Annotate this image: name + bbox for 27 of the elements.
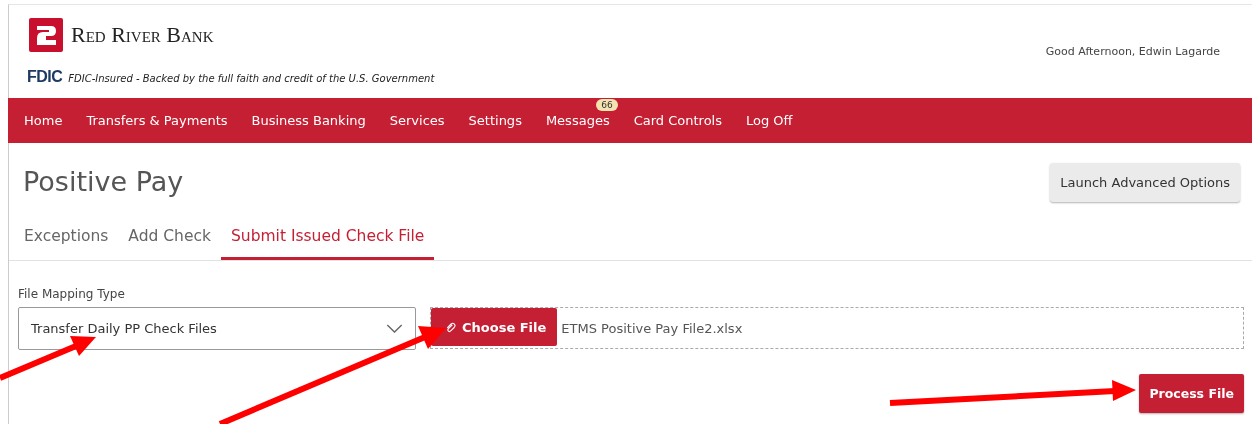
bank-name: Red River Bank bbox=[71, 21, 214, 48]
launch-advanced-options-button[interactable]: Launch Advanced Options bbox=[1050, 163, 1240, 202]
tab[interactable]: Submit Issued Check File bbox=[221, 219, 435, 260]
nav-link[interactable]: Card Controls bbox=[621, 113, 734, 128]
process-file-button[interactable]: Process File bbox=[1139, 374, 1244, 413]
file-drop-zone[interactable]: Choose File ETMS Positive Pay File2.xlsx bbox=[430, 307, 1244, 349]
file-name: ETMS Positive Pay File2.xlsx bbox=[561, 320, 743, 336]
nav-link[interactable]: Business Banking bbox=[239, 113, 378, 128]
nav-link[interactable]: Log Off bbox=[733, 113, 805, 128]
nav-link[interactable]: Transfers & Payments bbox=[74, 113, 240, 128]
nav-link[interactable]: Services bbox=[377, 113, 457, 128]
nav-link[interactable]: Home bbox=[12, 113, 75, 128]
fdic-logo: FDIC bbox=[27, 67, 63, 86]
chevron-down-icon bbox=[386, 324, 403, 333]
tab[interactable]: Exceptions bbox=[14, 219, 119, 260]
bank-logo-icon bbox=[29, 17, 63, 52]
greeting: Good Afternoon, Edwin Lagarde bbox=[1045, 45, 1220, 58]
choose-file-button[interactable]: Choose File bbox=[431, 308, 558, 346]
nav-link[interactable]: Settings bbox=[456, 113, 534, 128]
nav-link[interactable]: Messages bbox=[533, 113, 622, 128]
tab[interactable]: Add Check bbox=[118, 219, 221, 260]
field-label: File Mapping Type bbox=[18, 287, 126, 301]
message-count-badge: 66 bbox=[596, 99, 618, 111]
fdic-note: FDIC-Insured - Backed by the full faith and credit of the U.S. Government bbox=[68, 72, 435, 84]
paperclip-icon bbox=[445, 320, 456, 334]
file-mapping-dropdown[interactable]: Transfer Daily PP Check Files bbox=[18, 307, 416, 350]
page-title: Positive Pay bbox=[23, 166, 184, 197]
